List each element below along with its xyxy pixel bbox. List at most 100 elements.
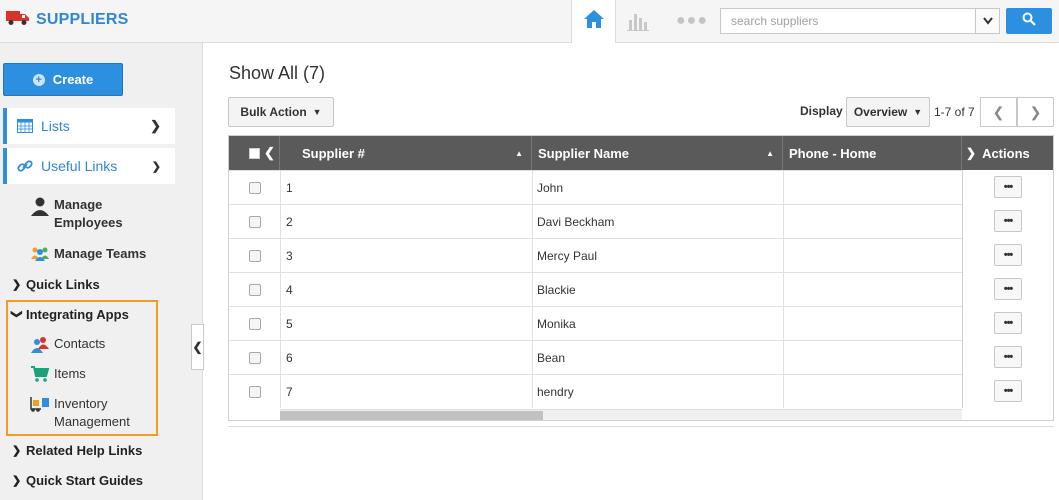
- column-header-supplier-number[interactable]: Supplier # ▲: [280, 136, 532, 170]
- table-row[interactable]: 6 Bean: [229, 340, 1053, 374]
- cell-supplier-number: 7: [286, 384, 293, 399]
- forklift-icon: [30, 395, 50, 416]
- inventory-management-link[interactable]: Inventory Management: [30, 395, 130, 431]
- scrollbar-thumb[interactable]: [280, 411, 543, 420]
- section-related-help-links[interactable]: ❯ Related Help Links: [12, 443, 142, 458]
- row-actions-button[interactable]: •••: [994, 380, 1022, 402]
- grid-header: ❮ Supplier # ▲ Supplier Name ▲ Phone - H…: [229, 136, 1053, 170]
- chevron-right-icon: ❯: [1029, 103, 1042, 120]
- app-title: SUPPLIERS: [36, 10, 129, 28]
- create-label: Create: [52, 72, 94, 87]
- cell-supplier-number: 2: [286, 214, 293, 229]
- chevron-left-icon[interactable]: ❮: [264, 145, 275, 161]
- prev-page-button[interactable]: ❮: [980, 97, 1017, 127]
- row-actions-button[interactable]: •••: [994, 278, 1022, 300]
- table-row[interactable]: 1 John: [229, 170, 1053, 204]
- section-label: Quick Start Guides: [26, 473, 144, 488]
- create-button[interactable]: + Create: [3, 63, 123, 96]
- sidebar-item-label: Lists: [41, 118, 70, 134]
- caret-down-icon: ▼: [312, 107, 322, 117]
- cell-supplier-name[interactable]: Monika: [537, 307, 576, 340]
- cell-supplier-name[interactable]: Mercy Paul: [537, 239, 597, 272]
- search-icon: [1022, 12, 1036, 31]
- chevron-right-icon: ❯: [966, 146, 977, 160]
- section-label: Quick Links: [26, 277, 100, 292]
- table-row[interactable]: 2 Davi Beckham: [229, 204, 1053, 238]
- horizontal-scrollbar[interactable]: [280, 409, 962, 420]
- select-all-checkbox[interactable]: [249, 147, 260, 159]
- table-row[interactable]: 3 Mercy Paul: [229, 238, 1053, 272]
- search-dropdown-button[interactable]: [975, 9, 999, 33]
- manage-employees-link[interactable]: Manage Employees: [30, 196, 123, 232]
- search-button[interactable]: [1006, 8, 1052, 34]
- chevron-down-icon: ❯: [10, 309, 23, 319]
- row-select-cell: [249, 341, 261, 374]
- row-select-cell: [249, 239, 261, 272]
- column-label: Supplier #: [302, 145, 365, 161]
- sort-asc-icon: ▲: [766, 148, 774, 158]
- column-header-supplier-name[interactable]: Supplier Name ▲: [532, 136, 783, 170]
- column-header-actions[interactable]: ❯ Actions: [962, 136, 1053, 170]
- manage-teams-link[interactable]: Manage Teams: [30, 245, 146, 264]
- top-bar: SUPPLIERS ●●●: [0, 0, 1059, 43]
- next-page-button[interactable]: ❯: [1017, 97, 1054, 127]
- section-integrating-apps[interactable]: ❯ Integrating Apps: [10, 307, 129, 322]
- caret-down-icon: ▼: [913, 107, 923, 117]
- items-link[interactable]: Items: [30, 365, 86, 386]
- search-box: [720, 8, 1000, 34]
- row-checkbox[interactable]: [249, 181, 261, 194]
- row-checkbox[interactable]: [249, 249, 261, 262]
- plus-icon: +: [32, 73, 45, 86]
- row-actions-button[interactable]: •••: [994, 176, 1022, 198]
- home-icon: [583, 9, 605, 34]
- section-quick-start-guides[interactable]: ❯ Quick Start Guides: [12, 473, 143, 488]
- row-checkbox[interactable]: [249, 317, 261, 330]
- row-checkbox[interactable]: [249, 215, 261, 228]
- home-tab[interactable]: [571, 0, 616, 43]
- sidebar-item-label: Useful Links: [41, 158, 118, 174]
- cell-supplier-number: 6: [286, 350, 293, 365]
- cell-supplier-name[interactable]: Blackie: [537, 273, 576, 306]
- items-label: Items: [54, 366, 86, 381]
- more-icon[interactable]: ●●●: [676, 12, 708, 30]
- sort-asc-icon: ▲: [515, 148, 523, 158]
- person-icon: [30, 196, 50, 219]
- bulk-action-button[interactable]: Bulk Action ▼: [228, 97, 334, 127]
- row-actions-button[interactable]: •••: [994, 244, 1022, 266]
- pager-info: 1-7 of 7: [934, 105, 975, 119]
- cell-supplier-name[interactable]: hendry: [537, 375, 574, 408]
- search-input[interactable]: [721, 9, 975, 33]
- row-select-cell: [249, 375, 261, 408]
- actions-column: ••• ••• ••• ••• ••• ••• •••: [962, 170, 1053, 408]
- reports-tab[interactable]: [626, 10, 650, 37]
- cell-supplier-name[interactable]: John: [537, 171, 563, 204]
- row-checkbox[interactable]: [249, 283, 261, 296]
- row-actions-button[interactable]: •••: [994, 210, 1022, 232]
- calendar-grid-icon: [17, 119, 33, 133]
- select-all-header: ❮: [229, 136, 280, 170]
- row-actions-button[interactable]: •••: [994, 346, 1022, 368]
- contacts-link[interactable]: Contacts: [30, 335, 105, 356]
- link-icon: [17, 158, 33, 174]
- display-value: Overview: [853, 105, 908, 119]
- row-checkbox[interactable]: [249, 385, 261, 398]
- column-header-phone-home[interactable]: Phone - Home: [783, 136, 962, 170]
- table-row[interactable]: 4 Blackie: [229, 272, 1053, 306]
- sidebar-item-lists[interactable]: Lists ❯: [3, 108, 175, 144]
- section-quick-links[interactable]: ❯ Quick Links: [12, 277, 100, 292]
- sidebar-item-useful-links[interactable]: Useful Links ❯: [3, 148, 175, 184]
- label-line: Management: [54, 414, 130, 429]
- cell-supplier-name[interactable]: Davi Beckham: [537, 205, 614, 238]
- table-row[interactable]: 7 hendry: [229, 374, 1053, 408]
- chevron-right-icon: ❯: [150, 118, 161, 133]
- bulk-action-label: Bulk Action: [240, 105, 307, 119]
- suppliers-grid: ❮ Supplier # ▲ Supplier Name ▲ Phone - H…: [228, 135, 1054, 421]
- inventory-label: Inventory Management: [54, 395, 130, 431]
- display-select[interactable]: Overview ▼: [846, 97, 930, 127]
- cart-icon: [30, 365, 50, 386]
- row-actions-button[interactable]: •••: [994, 312, 1022, 334]
- table-row[interactable]: 5 Monika: [229, 306, 1053, 340]
- row-checkbox[interactable]: [249, 351, 261, 364]
- brand: SUPPLIERS: [6, 8, 129, 31]
- cell-supplier-name[interactable]: Bean: [537, 341, 565, 374]
